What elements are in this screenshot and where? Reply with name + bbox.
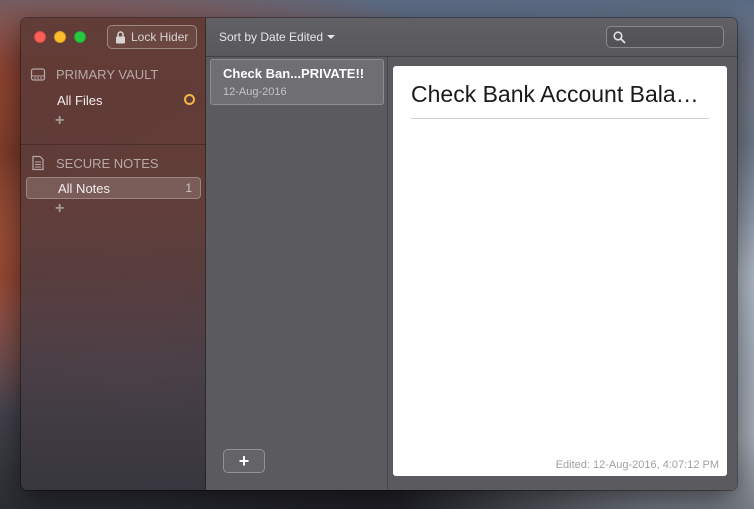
primary-vault-label: PRIMARY VAULT <box>56 66 159 82</box>
lock-icon <box>116 30 125 43</box>
sort-dropdown[interactable]: Sort by Date Edited <box>219 30 336 44</box>
add-vault-item-button[interactable]: + <box>55 112 64 130</box>
sidebar-item-label: All Notes <box>58 180 111 196</box>
secure-notes-label: SECURE NOTES <box>56 155 159 171</box>
toolbar: Sort by Date Edited <box>206 18 737 57</box>
vault-drive-icon <box>30 68 46 81</box>
search-field[interactable] <box>606 26 724 48</box>
notes-list: Check Ban...PRIVATE!! 12-Aug-2016 <box>206 57 388 490</box>
notes-count-badge: 1 <box>185 181 192 195</box>
sidebar-item-all-files[interactable]: All Files <box>26 89 201 111</box>
chevron-down-icon <box>327 35 336 39</box>
note-date: 12-Aug-2016 <box>223 86 287 98</box>
sort-label: Sort by Date Edited <box>219 30 324 44</box>
title-divider <box>411 118 709 119</box>
app-window: Lock Hider PRIMARY VAULT All Files + SEC… <box>21 18 737 490</box>
add-note-button[interactable]: + <box>223 449 265 473</box>
sidebar-item-all-notes[interactable]: All Notes 1 <box>26 177 201 199</box>
lock-hider-label: Lock Hider <box>131 30 189 44</box>
note-document-icon <box>32 155 44 171</box>
edited-timestamp: Edited: 12-Aug-2016, 4:07:12 PM <box>555 459 719 471</box>
close-window-button[interactable] <box>34 31 46 43</box>
sidebar: Lock Hider PRIMARY VAULT All Files + SEC… <box>21 18 206 490</box>
secure-notes-header: SECURE NOTES <box>21 152 206 174</box>
add-notes-item-button[interactable]: + <box>55 200 64 218</box>
search-icon <box>613 31 626 44</box>
lock-hider-button[interactable]: Lock Hider <box>107 25 197 49</box>
minimize-window-button[interactable] <box>54 31 66 43</box>
note-editor[interactable]: Check Bank Account Bala… Edited: 12-Aug-… <box>393 66 727 476</box>
status-ring-icon <box>184 94 195 105</box>
list-item[interactable]: Check Ban...PRIVATE!! 12-Aug-2016 <box>210 59 384 105</box>
editor-title[interactable]: Check Bank Account Bala… <box>411 81 711 114</box>
note-title: Check Ban...PRIVATE!! <box>223 66 365 81</box>
maximize-window-button[interactable] <box>74 31 86 43</box>
primary-vault-header: PRIMARY VAULT <box>21 63 206 85</box>
sidebar-item-label: All Files <box>57 92 103 108</box>
sidebar-divider <box>21 144 206 145</box>
